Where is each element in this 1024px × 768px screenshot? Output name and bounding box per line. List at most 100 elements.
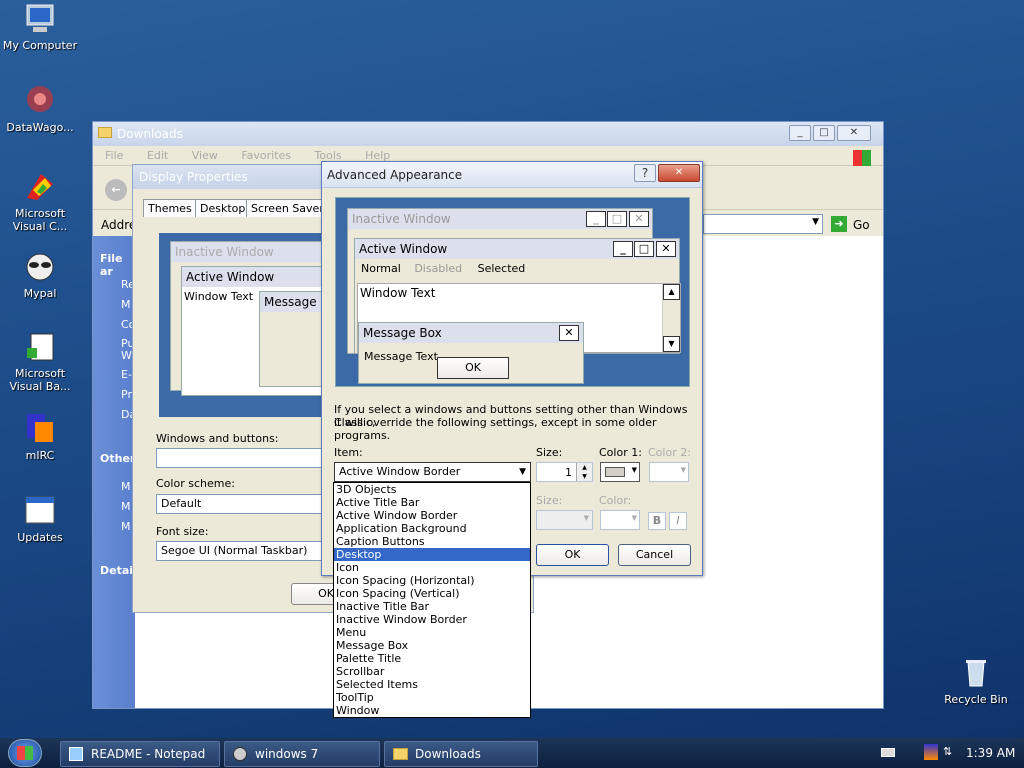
- close-icon: ✕: [656, 241, 676, 257]
- dropdown-option[interactable]: Inactive Window Border: [334, 613, 530, 626]
- chevron-down-icon: ▼: [680, 466, 686, 474]
- maximize-button[interactable]: □: [813, 125, 835, 141]
- menu-view[interactable]: View: [192, 149, 218, 162]
- back-arrow-icon[interactable]: ←: [105, 179, 127, 201]
- taskbar-button-notepad[interactable]: README - Notepad: [60, 741, 220, 767]
- minimize-icon: _: [586, 211, 606, 227]
- taskbar-button-wallpaper[interactable]: windows 7 wallpap...: [224, 741, 380, 767]
- tab-themes[interactable]: Themes: [143, 199, 197, 217]
- taskbar-button-downloads[interactable]: Downloads: [384, 741, 538, 767]
- desktop-icon-mypal[interactable]: Mypal: [0, 250, 80, 300]
- address-bar[interactable]: ▼: [703, 214, 823, 234]
- dropdown-option[interactable]: Selected Items: [334, 678, 530, 691]
- desktop-icon-my-computer[interactable]: My Computer: [0, 2, 80, 52]
- close-button[interactable]: ✕: [837, 125, 871, 141]
- item-select[interactable]: Active Window Border ▼: [334, 462, 531, 482]
- window-icon: [23, 494, 57, 528]
- tab-screen-saver[interactable]: Screen Saver: [246, 199, 329, 217]
- taskpane-file-tasks[interactable]: File ar: [100, 252, 135, 278]
- preview-ok-button: OK: [437, 357, 509, 379]
- dropdown-option-selected[interactable]: Desktop: [334, 548, 530, 561]
- color-scheme-select[interactable]: Default: [156, 494, 322, 514]
- desktop-icon-visual-c[interactable]: Microsoft Visual C...: [0, 170, 80, 233]
- visual-c-icon: [23, 170, 57, 204]
- dropdown-option[interactable]: Inactive Title Bar: [334, 600, 530, 613]
- minimize-button[interactable]: _: [789, 125, 811, 141]
- desktop-icon-mirc[interactable]: mIRC: [0, 412, 80, 462]
- item-select-value: Active Window Border: [339, 465, 461, 478]
- taskpane-item[interactable]: M: [121, 480, 131, 493]
- font-size-select[interactable]: ▼: [536, 510, 593, 530]
- keyboard-icon[interactable]: [881, 748, 895, 757]
- font-size-label: Size:: [536, 494, 563, 507]
- desktop-icon-visual-basic[interactable]: Microsoft Visual Ba...: [0, 330, 80, 393]
- desktop-icon-datawago[interactable]: DataWago...: [0, 84, 80, 134]
- preview-menu-selected: Selected: [477, 262, 526, 275]
- visual-basic-icon: [23, 330, 57, 364]
- taskpane-item[interactable]: Pr: [121, 388, 132, 401]
- menu-edit[interactable]: Edit: [147, 149, 168, 162]
- explorer-titlebar[interactable]: Downloads _ □ ✕: [93, 122, 883, 146]
- taskpane-item[interactable]: M: [121, 500, 131, 513]
- help-button[interactable]: ?: [634, 164, 656, 182]
- chevron-down-icon[interactable]: ▼: [519, 463, 526, 481]
- chevron-down-icon[interactable]: ▼: [812, 217, 819, 227]
- dropdown-option[interactable]: Active Title Bar: [334, 496, 530, 509]
- dropdown-option[interactable]: Application Background: [334, 522, 530, 535]
- item-dropdown-list[interactable]: 3D Objects Active Title Bar Active Windo…: [333, 482, 531, 718]
- go-arrow-icon[interactable]: ➜: [831, 216, 847, 232]
- dropdown-option[interactable]: Icon Spacing (Vertical): [334, 587, 530, 600]
- bold-button[interactable]: B: [648, 512, 666, 530]
- windows-buttons-select[interactable]: [156, 448, 322, 468]
- desktop-icon-recycle-bin[interactable]: Recycle Bin: [936, 656, 1016, 706]
- taskpane-other[interactable]: Other: [100, 452, 135, 465]
- mirc-icon: [23, 412, 57, 446]
- network-icon[interactable]: ⇅: [943, 745, 955, 759]
- close-button[interactable]: ✕: [658, 164, 700, 182]
- size-spinner[interactable]: 1 ▲ ▼: [536, 462, 593, 482]
- font-size-select[interactable]: Segoe UI (Normal Taskbar): [156, 541, 322, 561]
- clock[interactable]: 1:39 AM: [966, 746, 1015, 760]
- dropdown-option[interactable]: Palette Title: [334, 652, 530, 665]
- font-color-picker[interactable]: ▼: [600, 510, 640, 530]
- dropdown-option[interactable]: Active Window Border: [334, 509, 530, 522]
- italic-button[interactable]: I: [669, 512, 687, 530]
- taskbar-button-label: README - Notepad: [91, 747, 206, 761]
- dropdown-option[interactable]: 3D Objects: [334, 483, 530, 496]
- dropdown-option[interactable]: Window: [334, 704, 530, 717]
- cancel-button[interactable]: Cancel: [618, 544, 691, 566]
- dropdown-option[interactable]: Scrollbar: [334, 665, 530, 678]
- computer-icon: [23, 2, 57, 36]
- dropdown-option[interactable]: Icon: [334, 561, 530, 574]
- dropdown-option[interactable]: Caption Buttons: [334, 535, 530, 548]
- advanced-titlebar[interactable]: Advanced Appearance ? ✕: [322, 162, 702, 188]
- scroll-up-icon: ▲: [663, 284, 680, 300]
- menu-file[interactable]: File: [105, 149, 123, 162]
- taskpane-item[interactable]: M: [121, 298, 131, 311]
- desktop-icon-updates[interactable]: Updates: [0, 494, 80, 544]
- preview-window-text: Window Text: [360, 286, 436, 300]
- mirc-tray-icon[interactable]: [924, 744, 938, 760]
- preview-menubar: Normal Disabled Selected: [355, 259, 679, 279]
- color2-label: Color 2:: [648, 446, 691, 459]
- dropdown-option[interactable]: Menu: [334, 626, 530, 639]
- color2-picker[interactable]: ▼: [649, 462, 689, 482]
- spinner-arrows-icon[interactable]: ▲ ▼: [576, 463, 592, 481]
- go-button[interactable]: Go: [853, 218, 870, 232]
- close-icon: ✕: [629, 211, 649, 227]
- tab-desktop[interactable]: Desktop: [195, 199, 251, 217]
- preview-inactive-title: Inactive Window: [171, 242, 329, 262]
- dropdown-option[interactable]: Message Box: [334, 639, 530, 652]
- taskpane-item[interactable]: E-: [121, 368, 132, 381]
- preview-message-text: Message Text: [364, 350, 438, 363]
- explorer-title: Downloads: [117, 127, 183, 141]
- dropdown-option[interactable]: Icon Spacing (Horizontal): [334, 574, 530, 587]
- dropdown-option[interactable]: ToolTip: [334, 691, 530, 704]
- ok-button[interactable]: OK: [536, 544, 609, 566]
- desktop-icon-label: Recycle Bin: [944, 693, 1008, 706]
- chevron-down-icon[interactable]: ▼: [632, 466, 637, 474]
- color1-picker[interactable]: ▼: [600, 462, 640, 482]
- menu-favorites[interactable]: Favorites: [241, 149, 291, 162]
- preview-active-title: Active Window _ □ ✕: [355, 239, 679, 259]
- taskpane-item[interactable]: M: [121, 520, 131, 533]
